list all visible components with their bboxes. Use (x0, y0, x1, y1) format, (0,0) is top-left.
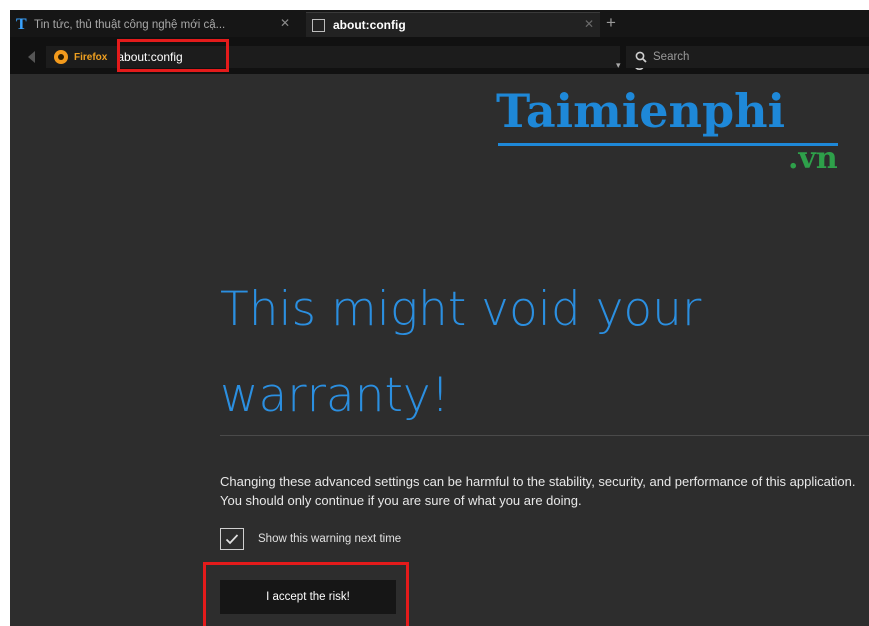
close-tab-icon[interactable]: ✕ (280, 16, 290, 30)
tab-about-config[interactable]: about:config ✕ (306, 12, 600, 37)
warning-title-line1: This might void your (220, 282, 702, 337)
identity-label: Firefox (74, 51, 108, 63)
browser-window: T Tin tức, thủ thuật công nghệ mới cậ...… (10, 10, 869, 626)
back-arrow-icon (28, 51, 35, 63)
blank-page-icon (312, 18, 325, 32)
chevron-down-icon[interactable]: ▾ (616, 60, 621, 71)
watermark-suffix: .vn (788, 141, 838, 176)
tab-title: Tin tức, thủ thuật công nghệ mới cậ... (34, 18, 226, 31)
show-warning-checkbox[interactable] (220, 528, 244, 550)
search-placeholder: Search (653, 51, 690, 63)
taimienphi-favicon-icon: T (16, 15, 27, 33)
divider (220, 435, 869, 436)
search-bar[interactable]: Search (626, 46, 869, 68)
new-tab-button[interactable]: + (606, 13, 616, 33)
close-tab-icon[interactable]: ✕ (584, 17, 594, 31)
checkmark-icon (225, 534, 239, 545)
screenshot-frame: T Tin tức, thủ thuật công nghệ mới cậ...… (0, 0, 869, 626)
firefox-icon (54, 50, 68, 64)
tab-strip: T Tin tức, thủ thuật công nghệ mới cậ...… (10, 10, 869, 37)
taimienphi-watermark-logo: Taimienphi .vn (496, 84, 856, 184)
back-button[interactable] (20, 49, 42, 65)
navigation-bar: Firefox about:config ▾ C Search (10, 37, 869, 74)
watermark-brand: Taimienphi (496, 84, 786, 138)
watermark-underline (498, 143, 838, 146)
search-icon (635, 51, 647, 63)
warning-title-line2: warranty! (220, 368, 450, 423)
checkbox-label: Show this warning next time (258, 533, 402, 545)
show-warning-option: Show this warning next time (220, 528, 401, 550)
tab-title: about:config (333, 18, 406, 32)
accept-risk-button[interactable]: I accept the risk! (220, 580, 396, 614)
tab-taimienphi[interactable]: T Tin tức, thủ thuật công nghệ mới cậ...… (10, 12, 300, 37)
url-highlight-box (117, 39, 229, 72)
warning-body: Changing these advanced settings can be … (220, 474, 856, 508)
